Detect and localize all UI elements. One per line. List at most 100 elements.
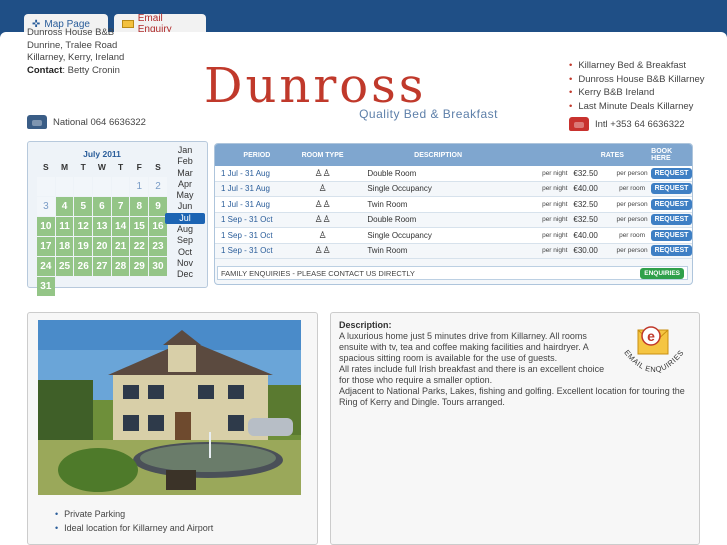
- address-block: Dunross House B&B Dunrine, Tralee Road K…: [27, 27, 124, 77]
- badge-letter: e: [647, 328, 655, 344]
- rate-description: Single Occupancy: [367, 184, 432, 194]
- request-button-cell: REQUEST: [650, 214, 692, 226]
- link-item[interactable]: Dunross House B&B Killarney: [569, 73, 704, 87]
- feature-item: Private Parking: [55, 508, 213, 522]
- logo[interactable]: Dunross Quality Bed & Breakfast: [204, 60, 504, 125]
- one-person-icon: ♙: [318, 183, 327, 194]
- calendar-day[interactable]: 26: [74, 257, 93, 276]
- calendar-day[interactable]: 8: [130, 197, 149, 216]
- calendar-day[interactable]: 5: [74, 197, 93, 216]
- request-button-cell: REQUEST: [650, 183, 692, 195]
- calendar-blank-cell: [93, 177, 111, 196]
- calendar-day[interactable]: 25: [55, 257, 74, 276]
- rate-per-night: per night: [542, 231, 568, 239]
- calendar-day[interactable]: 11: [55, 217, 74, 236]
- one-person-icon: ♙: [318, 229, 327, 240]
- month-item[interactable]: Sep: [165, 235, 205, 246]
- header-description: Description: [414, 151, 462, 159]
- request-button[interactable]: REQUEST: [650, 229, 692, 241]
- calendar-day[interactable]: 29: [130, 257, 149, 276]
- rate-per-night: per night: [542, 247, 568, 255]
- month-item[interactable]: Nov: [165, 258, 205, 269]
- address-line: Dunrine, Tralee Road: [27, 39, 118, 51]
- rate-row: 1 Jul - 31 Aug ♙ Single Occupancy per night…: [215, 182, 692, 197]
- calendar-day[interactable]: 12: [74, 217, 93, 236]
- calendar-day[interactable]: 19: [74, 237, 93, 256]
- month-list: Jan Feb Mar Apr May Jun Jul Aug Sep Oct Nov Dec: [165, 145, 205, 281]
- rate-per-unit: per person: [616, 169, 648, 177]
- calendar-day[interactable]: 31: [37, 277, 55, 296]
- calendar-day[interactable]: 28: [111, 257, 130, 276]
- calendar-day[interactable]: 14: [111, 217, 130, 236]
- calendar-day[interactable]: 22: [130, 237, 149, 256]
- rate-row: 1 Jul - 31 Aug ♙♙ Double Room per night €32.…: [215, 166, 692, 182]
- address-line: Killarney, Kerry, Ireland: [27, 52, 125, 63]
- enquiries-button[interactable]: ENQUIRIES: [640, 267, 684, 279]
- calendar-day[interactable]: 20: [93, 237, 111, 256]
- rate-period: 1 Jul - 31 Aug: [221, 199, 270, 209]
- rate-description: Single Occupancy: [367, 230, 432, 240]
- request-button[interactable]: REQUEST: [650, 167, 692, 179]
- month-item[interactable]: May: [165, 190, 205, 201]
- calendar-day[interactable]: 24: [37, 257, 55, 276]
- calendar-day[interactable]: 21: [111, 237, 130, 256]
- month-item[interactable]: Jun: [165, 201, 205, 212]
- calendar-day[interactable]: 13: [93, 217, 111, 236]
- rate-period: 1 Jul - 31 Aug: [221, 168, 270, 178]
- rate-per-unit: per person: [616, 247, 648, 255]
- rate-description: Double Room: [367, 168, 417, 178]
- calendar-blank-cell: [111, 177, 130, 196]
- calendar-day[interactable]: 27: [93, 257, 111, 276]
- month-item[interactable]: Mar: [165, 168, 205, 179]
- request-button[interactable]: REQUEST: [650, 214, 692, 226]
- month-item[interactable]: Jan: [165, 145, 205, 156]
- month-item[interactable]: Aug: [165, 224, 205, 235]
- related-links: Killarney Bed & Breakfast Dunross House …: [569, 59, 705, 114]
- calendar-blank-cell: [74, 177, 93, 196]
- rate-per-unit: per person: [616, 200, 648, 208]
- rate-period: 1 Jul - 31 Aug: [221, 184, 270, 194]
- tab-email-enquiry[interactable]: Email Enquiry: [114, 13, 206, 35]
- link-item[interactable]: Last Minute Deals Killarney: [569, 100, 705, 114]
- rate-period: 1 Sep - 31 Oct: [221, 246, 273, 256]
- rate-per-unit: per room: [619, 185, 646, 193]
- calendar-day: 3: [37, 197, 55, 216]
- link-item[interactable]: Killarney Bed & Breakfast: [569, 59, 705, 73]
- calendar-day[interactable]: 17: [37, 237, 55, 256]
- request-button[interactable]: REQUEST: [650, 245, 692, 257]
- header-book-here: Book Here: [651, 148, 673, 162]
- header-period: Period: [243, 151, 271, 159]
- request-button-cell: REQUEST: [650, 245, 692, 257]
- calendar-day-header: F: [136, 161, 142, 172]
- calendar-day[interactable]: 15: [130, 217, 149, 236]
- calendar-day: 1: [130, 177, 149, 196]
- request-button[interactable]: REQUEST: [650, 198, 692, 210]
- logo-tagline: Quality Bed & Breakfast: [359, 107, 498, 121]
- month-item[interactable]: Feb: [165, 156, 205, 167]
- rates-table: Period Room Type Description Rates Book …: [214, 143, 693, 285]
- header-room-type: Room Type: [301, 151, 344, 159]
- rate-description: Twin Room: [367, 199, 408, 209]
- rate-description: Double Room: [367, 215, 417, 225]
- rate-per-night: per night: [542, 185, 568, 193]
- calendar-blank-cell: [37, 177, 55, 196]
- calendar-day[interactable]: 10: [37, 217, 55, 236]
- house-photo: [38, 320, 301, 495]
- month-item[interactable]: Apr: [165, 179, 205, 190]
- email-enquiries-badge[interactable]: e EMAIL ENQUIRIES: [618, 324, 690, 386]
- month-item[interactable]: Oct: [165, 247, 205, 258]
- calendar-day-header: T: [117, 161, 124, 172]
- header-rates: Rates: [600, 151, 624, 159]
- calendar-day[interactable]: 18: [55, 237, 74, 256]
- month-item[interactable]: Dec: [165, 269, 205, 280]
- calendar-day[interactable]: 6: [93, 197, 111, 216]
- month-item[interactable]: Jul: [165, 212, 205, 225]
- calendar-day[interactable]: 4: [55, 197, 74, 216]
- request-button[interactable]: REQUEST: [650, 183, 692, 195]
- link-item[interactable]: Kerry B&B Ireland: [569, 86, 705, 100]
- address-line: Dunross House B&B: [27, 27, 115, 38]
- national-phone: National 064 6636322: [27, 115, 146, 129]
- two-persons-icon: ♙♙: [314, 167, 331, 178]
- calendar-day[interactable]: 7: [111, 197, 130, 216]
- family-enquiries-bar: FAMILY ENQUIRIES - PLEASE CONTACT US DIR…: [217, 266, 688, 280]
